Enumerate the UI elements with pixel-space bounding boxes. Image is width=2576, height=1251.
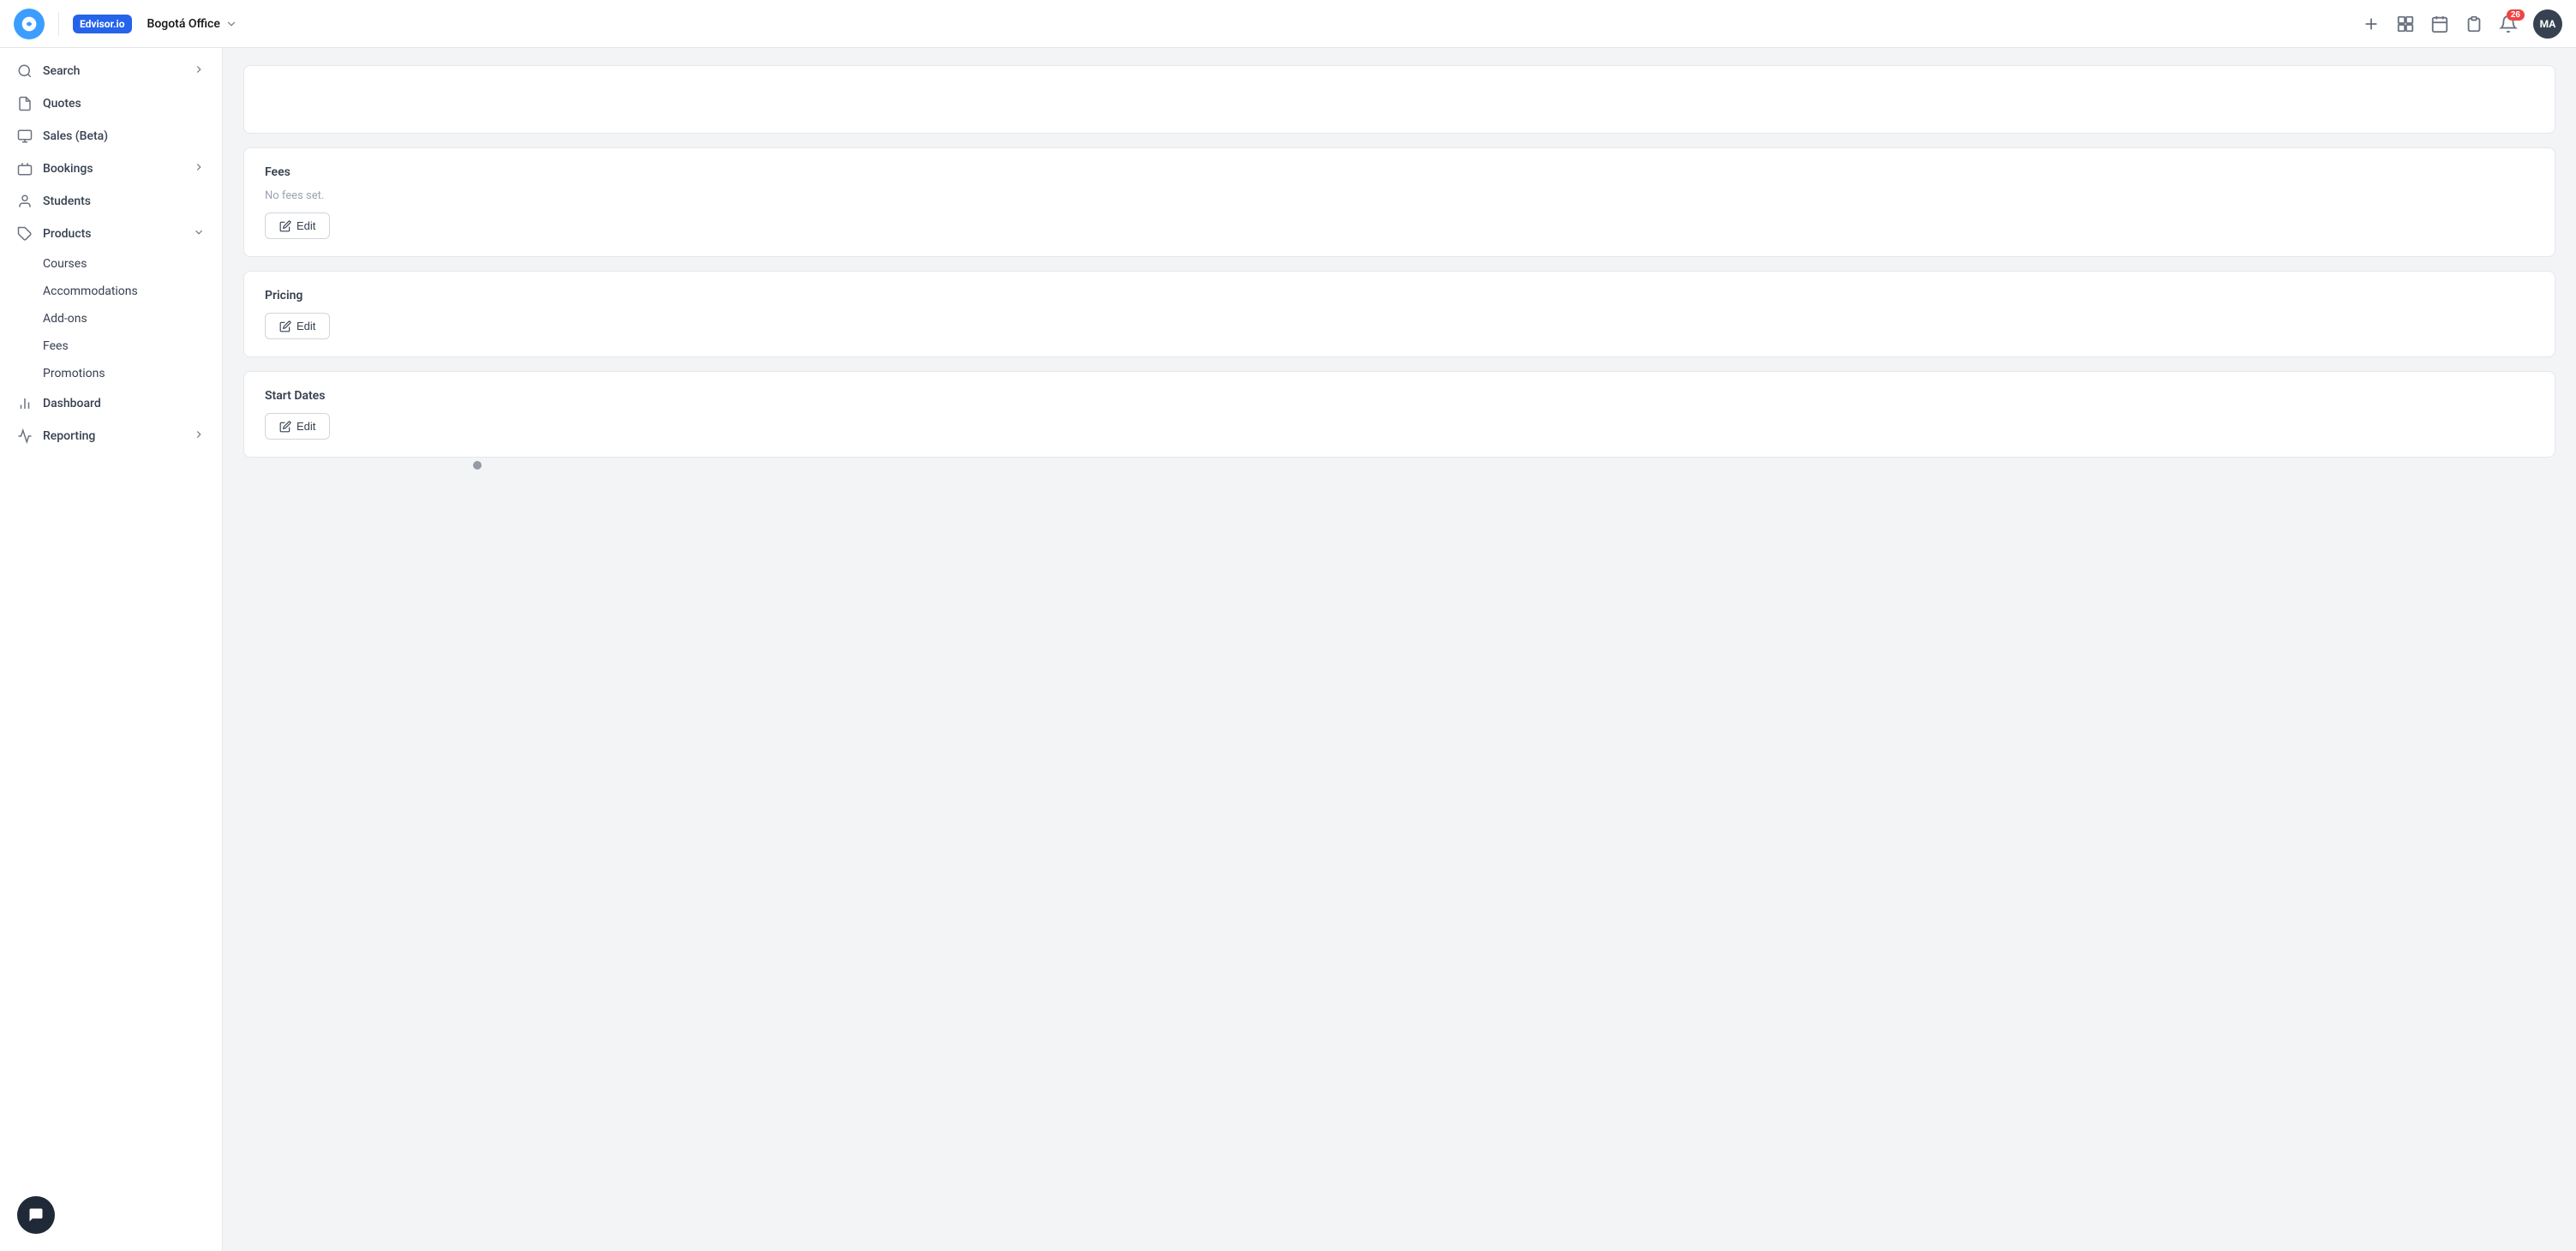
app-logo[interactable] (14, 9, 45, 39)
add-button[interactable] (2362, 15, 2381, 33)
sales-icon (17, 129, 33, 144)
students-icon (17, 194, 33, 209)
fees-edit-label: Edit (297, 219, 315, 232)
topnav-left: Edvisor.io Bogotá Office (14, 9, 237, 39)
sidebar-item-students-label: Students (43, 195, 91, 208)
sidebar-item-products-label: Products (43, 227, 92, 241)
sidebar-item-sales-label: Sales (Beta) (43, 129, 108, 143)
start-dates-edit-label: Edit (297, 420, 315, 433)
products-icon (17, 226, 33, 242)
user-avatar[interactable]: MA (2533, 9, 2562, 39)
chevron-right-icon (193, 63, 205, 79)
top-navigation: Edvisor.io Bogotá Office 26 MA (0, 0, 2576, 48)
search-icon (17, 63, 33, 79)
clipboard-button[interactable] (2465, 15, 2483, 33)
topnav-right: 26 MA (2362, 9, 2562, 39)
sidebar-item-reporting[interactable]: Reporting (0, 420, 222, 452)
sidebar-item-accommodations[interactable]: Accommodations (43, 278, 222, 305)
fees-label: Fees (43, 339, 69, 353)
fees-card-inner: Fees No fees set. Edit (244, 148, 2555, 256)
layout-icon-button[interactable] (2396, 15, 2415, 33)
start-dates-card: Start Dates Edit (243, 371, 2555, 458)
sidebar-item-search[interactable]: Search (0, 55, 222, 87)
office-selector[interactable]: Bogotá Office (147, 17, 237, 31)
chat-icon (27, 1206, 45, 1224)
sidebar-item-bookings-label: Bookings (43, 162, 93, 176)
addons-label: Add-ons (43, 312, 87, 326)
no-fees-message: No fees set. (265, 189, 2534, 202)
logo-divider (58, 12, 59, 36)
sidebar-item-addons[interactable]: Add-ons (43, 305, 222, 332)
sidebar-item-dashboard-label: Dashboard (43, 397, 101, 410)
main-content: Fees No fees set. Edit Pricing Edit (223, 48, 2576, 1251)
bookings-chevron-icon (193, 161, 205, 177)
sidebar-item-students[interactable]: Students (0, 185, 222, 218)
pricing-card-inner: Pricing Edit (244, 272, 2555, 356)
top-empty-card (243, 65, 2555, 134)
notification-badge: 26 (2507, 9, 2525, 21)
sidebar-item-dashboard[interactable]: Dashboard (0, 387, 222, 420)
products-chevron-icon (193, 226, 205, 242)
courses-label: Courses (43, 257, 87, 271)
pricing-card: Pricing Edit (243, 271, 2555, 357)
sidebar-item-fees[interactable]: Fees (43, 332, 222, 360)
fees-edit-pencil-icon (279, 220, 291, 232)
main-layout: Search Quotes Sales (Beta) Bookings Stud… (0, 48, 2576, 1251)
reporting-chevron-icon (193, 428, 205, 444)
pricing-edit-button[interactable]: Edit (265, 313, 330, 339)
office-name: Bogotá Office (147, 17, 220, 31)
sidebar-item-courses[interactable]: Courses (43, 250, 222, 278)
reporting-icon (17, 428, 33, 444)
start-dates-card-inner: Start Dates Edit (244, 372, 2555, 457)
sidebar-item-reporting-label: Reporting (43, 429, 95, 443)
sidebar-item-bookings[interactable]: Bookings (0, 153, 222, 185)
bookings-icon (17, 161, 33, 177)
pricing-title: Pricing (265, 289, 2534, 302)
notifications-button[interactable]: 26 (2499, 15, 2518, 33)
fees-edit-button[interactable]: Edit (265, 212, 330, 239)
sidebar-item-sales[interactable]: Sales (Beta) (0, 120, 222, 153)
sidebar-item-promotions[interactable]: Promotions (43, 360, 222, 387)
fees-title: Fees (265, 165, 2534, 179)
start-dates-edit-button[interactable]: Edit (265, 413, 330, 440)
sidebar-item-search-label: Search (43, 64, 80, 78)
edvisor-brand: Edvisor.io (73, 15, 132, 33)
dashboard-icon (17, 396, 33, 411)
quotes-icon (17, 96, 33, 111)
sidebar-item-quotes[interactable]: Quotes (0, 87, 222, 120)
content-area: Fees No fees set. Edit Pricing Edit (223, 48, 2576, 488)
sidebar-item-quotes-label: Quotes (43, 97, 81, 111)
calendar-button[interactable] (2430, 15, 2449, 33)
fees-card: Fees No fees set. Edit (243, 147, 2555, 257)
accommodations-label: Accommodations (43, 284, 138, 298)
start-dates-title: Start Dates (265, 389, 2534, 403)
pricing-edit-label: Edit (297, 320, 315, 332)
promotions-label: Promotions (43, 367, 105, 380)
sidebar-item-products[interactable]: Products (0, 218, 222, 250)
products-submenu: Courses Accommodations Add-ons Fees Prom… (0, 250, 222, 387)
pricing-edit-pencil-icon (279, 320, 291, 332)
start-dates-edit-pencil-icon (279, 421, 291, 433)
chat-support-button[interactable] (17, 1196, 55, 1234)
sidebar: Search Quotes Sales (Beta) Bookings Stud… (0, 48, 223, 1251)
